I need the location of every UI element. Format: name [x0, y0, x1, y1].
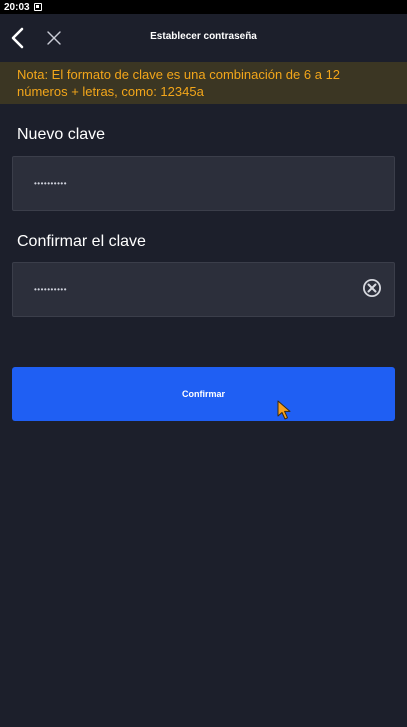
- new-password-label: Nuevo clave: [17, 126, 106, 143]
- cursor-icon: [277, 400, 291, 420]
- confirm-password-field[interactable]: ••••••••••: [12, 262, 395, 317]
- format-note: Nota: El formato de clave es una combina…: [0, 62, 407, 104]
- clear-button[interactable]: [362, 278, 382, 298]
- header: Establecer contraseña: [0, 14, 407, 62]
- notification-icon: [33, 3, 42, 11]
- confirm-button[interactable]: Confirmar: [12, 367, 395, 421]
- confirm-password-value: ••••••••••: [34, 285, 68, 294]
- new-password-value: ••••••••••: [34, 179, 68, 188]
- page-title: Establecer contraseña: [150, 31, 257, 42]
- status-time: 20:03: [4, 1, 30, 13]
- confirm-password-label: Confirmar el clave: [17, 233, 146, 250]
- clear-icon: [363, 279, 381, 297]
- status-bar: 20:03: [0, 0, 407, 14]
- new-password-field[interactable]: ••••••••••: [12, 156, 395, 211]
